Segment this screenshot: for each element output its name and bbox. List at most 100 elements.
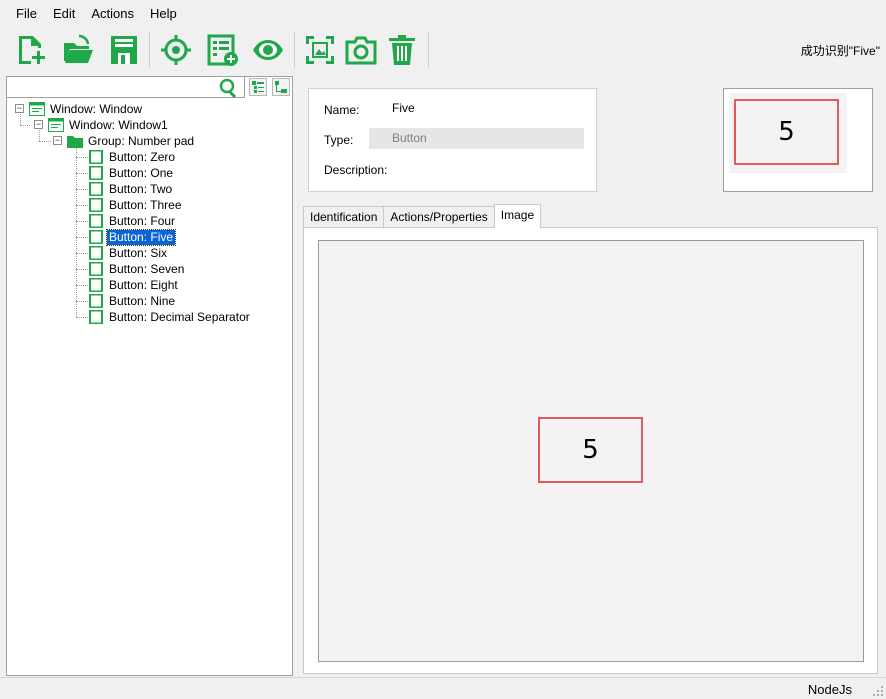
menu-edit[interactable]: Edit [45,0,83,28]
crosshair-icon [161,35,191,65]
resize-grip-icon[interactable] [872,685,884,697]
tree-item-button[interactable]: Button: Three [76,197,184,213]
toolbar: 成功识别"Five" [0,28,886,72]
tree-item-button[interactable]: Button: Eight [76,277,180,293]
tree-connector [39,141,51,142]
tree-item-label: Window: Window [50,101,143,116]
status-message: 成功识别"Five" [800,44,880,58]
thumbnail-highlight-frame: 5 [734,99,839,165]
search-input[interactable] [7,77,245,98]
tree-item-button[interactable]: Button: Decimal Separator [76,309,252,325]
tree-item-button-selected[interactable]: Button: Five [76,228,177,246]
snapshot-button[interactable] [343,32,379,68]
tree-item-button[interactable]: Button: Zero [76,149,177,165]
name-value[interactable]: Five [392,101,415,115]
tree-item-label: Window: Window1 [69,117,168,132]
camera-icon [345,36,377,65]
type-label: Type: [324,133,354,147]
collapse-toggle[interactable]: − [53,136,62,145]
tree-item-label: Button: Zero [109,149,176,164]
tree-item-label: Button: Eight [109,277,178,292]
search-icon[interactable] [219,78,239,98]
delete-object-button[interactable] [384,32,420,68]
collapse-tree-icon [275,81,287,93]
status-bar: NodeJs [0,677,886,699]
open-model-button[interactable] [60,32,96,68]
tree-item-button[interactable]: Button: Two [76,181,174,197]
tree-connector [20,125,30,126]
thumbnail-snapshot: 5 [729,93,847,173]
add-objects-button[interactable] [204,32,240,68]
toolbar-separator [428,32,429,68]
button-icon [89,310,103,324]
name-label: Name: [324,103,360,117]
spy-object-button[interactable] [158,32,194,68]
image-snapshot: 5 [531,409,651,491]
folder-icon [67,136,83,148]
type-field: Button [369,128,584,149]
tree-item-group[interactable]: − Group: Number pad [53,133,196,149]
collapse-toggle[interactable]: − [34,120,43,129]
tree-item-window1[interactable]: − Window: Window1 [34,117,170,133]
tree-item-label: Button: Nine [109,293,176,308]
menu-actions[interactable]: Actions [83,0,142,28]
menu-file[interactable]: File [8,0,45,28]
button-icon [89,278,103,292]
tree-item-label: Button: Decimal Separator [109,309,250,324]
expand-tree-icon [252,81,264,93]
expand-all-button[interactable] [249,78,267,96]
tree-item-button[interactable]: Button: Four [76,213,177,229]
button-icon [89,246,103,260]
save-icon [111,36,137,64]
menu-bar: File Edit Actions Help [0,0,886,28]
detail-tabs: Identification Actions/Properties Image [303,204,542,228]
tree-item-button[interactable]: Button: One [76,165,175,181]
window-icon [48,118,64,132]
tree-item-label: Button: Four [109,213,176,228]
highlight-object-button[interactable] [250,32,286,68]
button-icon [89,198,103,212]
button-icon [89,214,103,228]
tree-item-button[interactable]: Button: Six [76,245,169,261]
object-details-box: Name: Five Type: Button Description: [308,88,597,192]
tree-item-label: Button: Five [105,228,177,246]
image-tab-panel: 5 [303,227,878,674]
toolbar-separator [149,32,150,68]
capture-screenshot-button[interactable] [302,32,338,68]
tree-item-window[interactable]: − Window: Window [15,101,144,117]
button-icon [89,166,103,180]
eye-icon [253,40,283,60]
button-icon [89,182,103,196]
folder-open-icon [64,34,93,63]
tab-actions-properties[interactable]: Actions/Properties [383,206,495,228]
toolbar-separator [294,32,295,68]
object-tree-panel: − Window: Window − Window: Window1 − Gro… [6,76,293,676]
list-add-icon [207,34,238,66]
button-icon [89,262,103,276]
tab-identification[interactable]: Identification [303,206,385,228]
image-preview-canvas: 5 [318,240,864,662]
description-label: Description: [324,163,388,177]
button-icon [89,230,103,244]
tree-item-button[interactable]: Button: Seven [76,261,186,277]
tree-item-label: Button: Six [109,245,168,260]
engine-label: NodeJs [807,682,852,697]
tree-item-label: Button: Two [109,181,173,196]
collapse-all-button[interactable] [272,78,290,96]
trash-icon [389,35,415,65]
tree-item-label: Button: Three [109,197,182,212]
tab-image[interactable]: Image [493,204,542,228]
collapse-toggle[interactable]: − [15,104,24,113]
button-icon [89,150,103,164]
tree-item-button[interactable]: Button: Nine [76,293,177,309]
screen-capture-icon [306,36,334,64]
save-model-button[interactable] [106,32,142,68]
new-model-button[interactable] [13,32,49,68]
tree-item-label: Button: Seven [109,261,185,276]
button-icon [89,294,103,308]
tree-search-row [7,77,294,98]
window-icon [29,102,45,116]
new-file-icon [19,36,45,64]
tree-item-label: Button: One [109,165,174,180]
menu-help[interactable]: Help [142,0,185,28]
